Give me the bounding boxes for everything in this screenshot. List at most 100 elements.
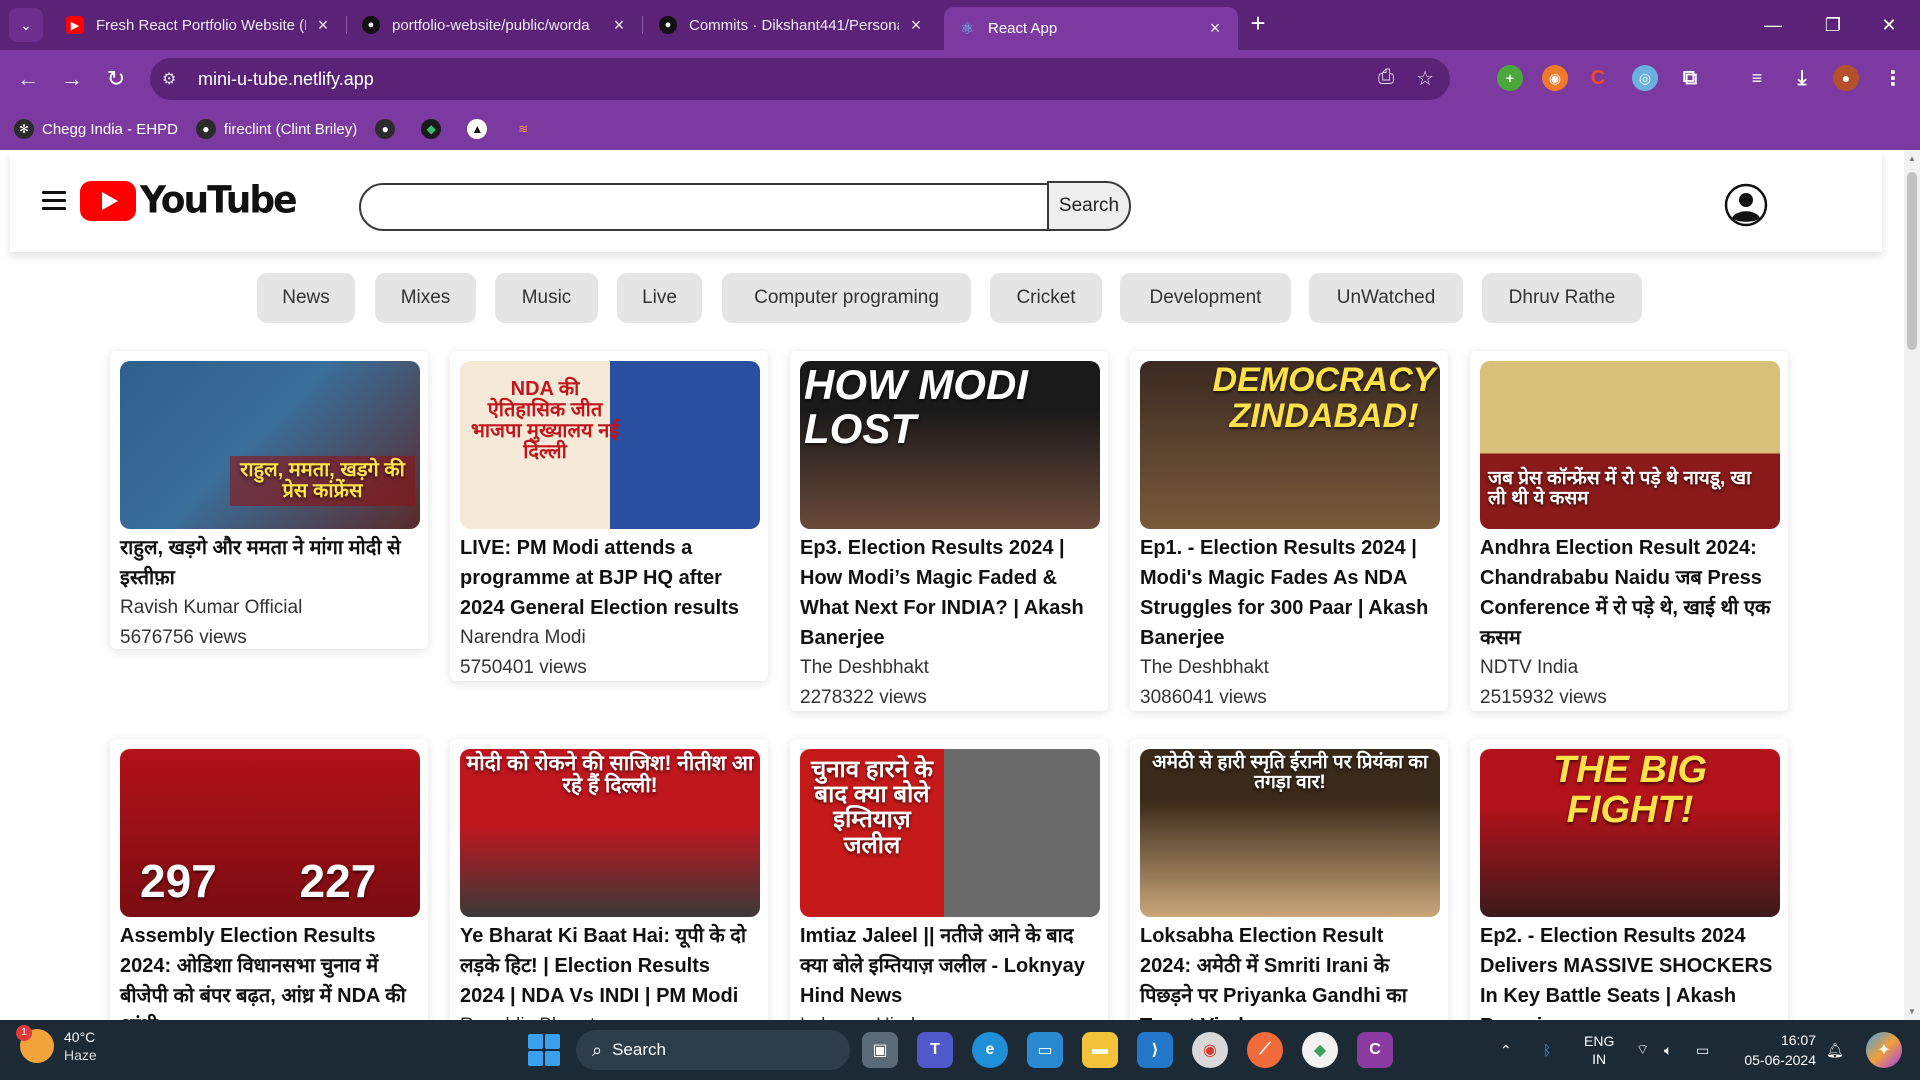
- copilot-icon[interactable]: ✦: [1866, 1032, 1902, 1068]
- video-thumbnail[interactable]: 297 227: [120, 749, 420, 917]
- video-card[interactable]: अमेठी से हारी स्मृति ईरानी पर प्रियंका क…: [1130, 739, 1448, 1020]
- video-title[interactable]: Ep1. - Election Results 2024 | Modi's Ma…: [1140, 533, 1438, 653]
- forward-button[interactable]: →: [56, 63, 88, 95]
- video-card[interactable]: जब प्रेस कॉन्फ्रेंस में रो पड़े थे नायडू…: [1470, 351, 1788, 711]
- channel-name[interactable]: The Deshbhakt: [800, 653, 1098, 683]
- chip-music[interactable]: Music: [495, 273, 598, 323]
- battery-icon[interactable]: ▭: [1696, 1020, 1709, 1080]
- video-thumbnail[interactable]: जब प्रेस कॉन्फ्रेंस में रो पड़े थे नायडू…: [1480, 361, 1780, 529]
- vscode-icon[interactable]: ⟩: [1137, 1032, 1173, 1068]
- menu-kebab-icon[interactable]: ⋮: [1880, 65, 1906, 91]
- video-card[interactable]: NDA की ऐतिहासिक जीत भाजपा मुख्यालय नई दि…: [450, 351, 768, 681]
- video-title[interactable]: Ye Bharat Ki Baat Hai: यूपी के दो लड़के …: [460, 921, 758, 1011]
- scroll-up-icon[interactable]: ▲: [1907, 154, 1917, 163]
- close-tab-icon[interactable]: ×: [907, 15, 925, 36]
- bookmark-fireclint[interactable]: ● fireclint (Clint Briley): [195, 119, 357, 139]
- desktop-icon[interactable]: ▭: [1027, 1032, 1063, 1068]
- windows-start-icon[interactable]: [528, 1034, 560, 1066]
- weather-widget[interactable]: 1 40°C Haze: [16, 1025, 97, 1064]
- extension-orange-icon[interactable]: ◉: [1542, 65, 1568, 91]
- search-button[interactable]: Search: [1047, 181, 1131, 231]
- close-tab-icon[interactable]: ×: [1206, 18, 1224, 39]
- close-tab-icon[interactable]: ×: [314, 15, 332, 36]
- bookmark-chegg[interactable]: ✻ Chegg India - EHPD: [14, 119, 178, 139]
- notification-bell-icon[interactable]: 🔔︎: [1826, 1020, 1844, 1080]
- hamburger-menu-icon[interactable]: [42, 191, 66, 211]
- back-button[interactable]: ←: [12, 63, 44, 95]
- reload-button[interactable]: ↻: [100, 63, 132, 95]
- media-control-icon[interactable]: ≡: [1744, 65, 1770, 91]
- scroll-down-icon[interactable]: ▼: [1907, 1007, 1917, 1016]
- tab-react-app[interactable]: ⚛ React App ×: [944, 7, 1238, 50]
- tray-overflow-icon[interactable]: ⌃: [1500, 1020, 1512, 1080]
- channel-name[interactable]: NDTV India: [1480, 653, 1778, 683]
- video-title[interactable]: LIVE: PM Modi attends a programme at BJP…: [460, 533, 758, 623]
- video-card[interactable]: THE BIG FIGHT! Ep2. - Election Results 2…: [1470, 739, 1788, 1020]
- channel-name[interactable]: Narendra Modi: [460, 623, 758, 653]
- wifi-icon[interactable]: ⌔: [1636, 1020, 1649, 1080]
- video-thumbnail[interactable]: चुनाव हारने के बाद क्या बोले इम्तियाज़ ज…: [800, 749, 1100, 917]
- user-account-icon[interactable]: [1724, 183, 1768, 227]
- profile-avatar[interactable]: ●: [1833, 65, 1859, 91]
- video-title[interactable]: Ep3. Election Results 2024 | How Modi’s …: [800, 533, 1098, 653]
- chip-news[interactable]: News: [257, 273, 355, 323]
- bookmark-github[interactable]: ●: [375, 119, 403, 139]
- video-card[interactable]: DEMOCRACY ZINDABAD! Ep1. - Election Resu…: [1130, 351, 1448, 711]
- chip-mixes[interactable]: Mixes: [375, 273, 476, 323]
- taskbar-clock[interactable]: 16:07 05-06-2024: [1738, 1030, 1816, 1070]
- channel-name[interactable]: Republic Bharat: [460, 1011, 758, 1020]
- video-card[interactable]: HOW MODI LOST Ep3. Election Results 2024…: [790, 351, 1108, 711]
- video-thumbnail[interactable]: राहुल, ममता, खड़गे की प्रेस कांफ्रेंस: [120, 361, 420, 529]
- teams-icon[interactable]: T: [917, 1032, 953, 1068]
- video-thumbnail[interactable]: अमेठी से हारी स्मृति ईरानी पर प्रियंका क…: [1140, 749, 1440, 917]
- chrome-icon[interactable]: ◉: [1192, 1032, 1228, 1068]
- video-title[interactable]: Imtiaz Jaleel || नतीजे आने के बाद क्या ब…: [800, 921, 1098, 1011]
- bluetooth-icon[interactable]: ᛒ: [1543, 1020, 1551, 1080]
- chip-unwatched[interactable]: UnWatched: [1309, 273, 1463, 323]
- restore-button[interactable]: ❐: [1810, 10, 1856, 40]
- pdf-app-icon[interactable]: C: [1357, 1032, 1393, 1068]
- page-scrollbar[interactable]: ▲ ▼: [1904, 150, 1920, 1020]
- video-card[interactable]: मोदी को रोकने की साजिश! नीतीश आ रहे हैं …: [450, 739, 768, 1020]
- file-explorer-icon[interactable]: ▬: [1082, 1032, 1118, 1068]
- bookmark-green[interactable]: ◆: [421, 119, 449, 139]
- taskbar-search[interactable]: ⌕ Search: [576, 1030, 850, 1070]
- tab-commits[interactable]: ● Commits · Dikshant441/Persona ×: [645, 7, 939, 43]
- video-title[interactable]: Andhra Election Result 2024: Chandrababu…: [1480, 533, 1778, 653]
- tab-fresh-react-portfolio[interactable]: ▶ Fresh React Portfolio Website (N ×: [52, 7, 346, 43]
- channel-name[interactable]: Ravish Kumar Official: [120, 593, 418, 623]
- edge-icon[interactable]: e: [972, 1032, 1008, 1068]
- video-thumbnail[interactable]: THE BIG FIGHT!: [1480, 749, 1780, 917]
- close-tab-icon[interactable]: ×: [610, 15, 628, 36]
- bookmark-star-icon[interactable]: ☆: [1416, 66, 1434, 91]
- chip-live[interactable]: Live: [617, 273, 702, 323]
- volume-icon[interactable]: 🔈︎: [1664, 1020, 1672, 1080]
- extensions-puzzle-icon[interactable]: ⧉: [1677, 65, 1703, 91]
- bookmark-stack[interactable]: ≋: [513, 119, 541, 139]
- channel-name[interactable]: Loknyay Hind: [800, 1011, 1098, 1020]
- task-view-icon[interactable]: ▣: [862, 1032, 898, 1068]
- chip-computer-programing[interactable]: Computer programing: [722, 273, 971, 323]
- video-title[interactable]: Assembly Election Results 2024: ओडिशा वि…: [120, 921, 418, 1020]
- mongodb-icon[interactable]: ◆: [1302, 1032, 1338, 1068]
- extension-green-icon[interactable]: +: [1497, 65, 1523, 91]
- tab-portfolio-website[interactable]: ● portfolio-website/public/worda ×: [348, 7, 642, 43]
- chip-cricket[interactable]: Cricket: [990, 273, 1102, 323]
- download-icon[interactable]: ⤓: [1789, 65, 1815, 91]
- bookmark-triangle[interactable]: ▲: [467, 119, 495, 139]
- video-card[interactable]: चुनाव हारने के बाद क्या बोले इम्तियाज़ ज…: [790, 739, 1108, 1020]
- youtube-logo[interactable]: YouTube: [80, 179, 298, 222]
- video-card[interactable]: राहुल, ममता, खड़गे की प्रेस कांफ्रेंस रा…: [110, 351, 428, 649]
- postman-icon[interactable]: ⟋: [1247, 1032, 1283, 1068]
- video-thumbnail[interactable]: NDA की ऐतिहासिक जीत भाजपा मुख्यालय नई दि…: [460, 361, 760, 529]
- site-info-icon[interactable]: ⚙: [162, 69, 192, 89]
- close-window-button[interactable]: ✕: [1866, 10, 1912, 40]
- minimize-button[interactable]: —: [1750, 10, 1796, 40]
- video-thumbnail[interactable]: मोदी को रोकने की साजिश! नीतीश आ रहे हैं …: [460, 749, 760, 917]
- video-thumbnail[interactable]: HOW MODI LOST: [800, 361, 1100, 529]
- tab-search-menu-button[interactable]: ⌄: [9, 8, 43, 42]
- chip-dhruv-rathe[interactable]: Dhruv Rathe: [1482, 273, 1642, 323]
- install-app-icon[interactable]: ⎙: [1378, 66, 1394, 91]
- video-title[interactable]: Loksabha Election Result 2024: अमेठी में…: [1140, 921, 1438, 1020]
- extension-c-icon[interactable]: C: [1585, 65, 1611, 91]
